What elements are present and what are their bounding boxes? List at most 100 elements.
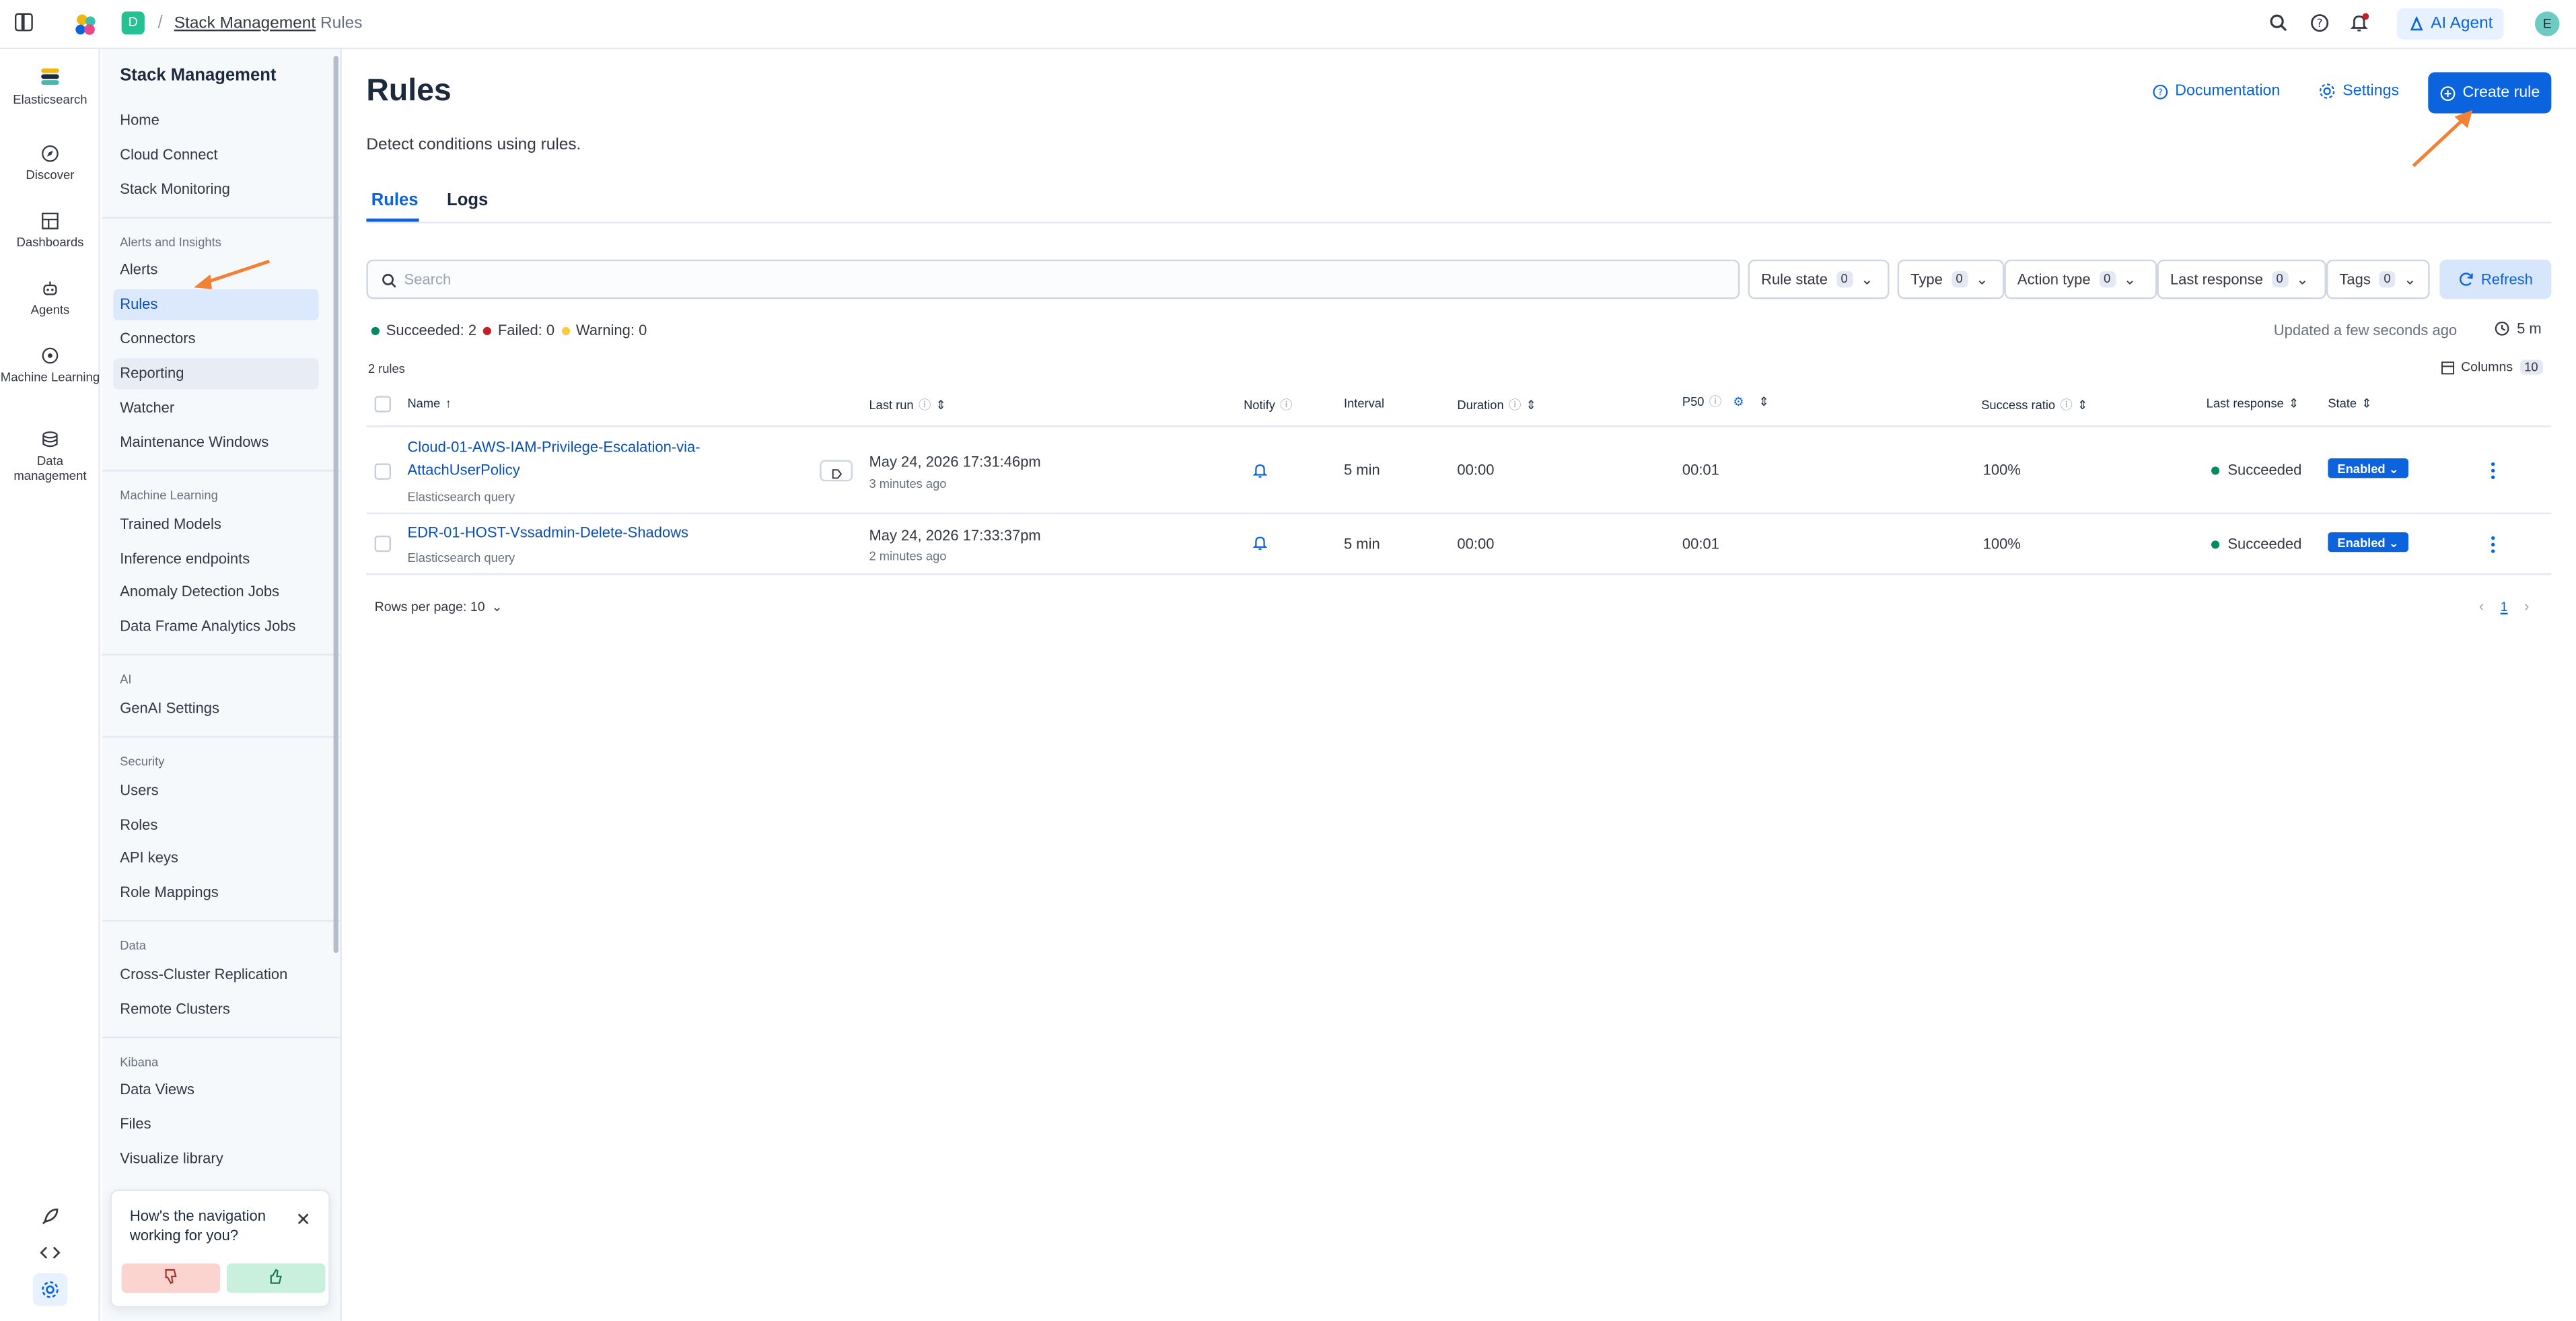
sidebar-item-cross-cluster-replication[interactable]: Cross-Cluster Replication — [120, 966, 287, 982]
column-header-last-response[interactable]: Last response ⇕ — [2207, 396, 2299, 410]
sidebar-item-data-frame-analytics-jobs[interactable]: Data Frame Analytics Jobs — [120, 618, 295, 634]
table-columns-icon — [2441, 361, 2455, 374]
last-response-filter[interactable]: Last response 0 ⌄ — [2157, 259, 2326, 299]
row-checkbox[interactable] — [374, 463, 392, 480]
thumbs-down-button[interactable] — [121, 1263, 221, 1293]
search-icon[interactable] — [2268, 13, 2288, 33]
interval-value: 5 min — [1343, 462, 1380, 478]
code-icon[interactable] — [40, 1242, 61, 1264]
column-header-p50[interactable]: P50 ⓘ ⚙ ⇕ — [1682, 392, 1769, 410]
refresh-button[interactable]: Refresh — [2439, 259, 2552, 299]
column-header-state[interactable]: State ⇕ — [2328, 396, 2371, 410]
more-actions-icon[interactable] — [2491, 462, 2495, 480]
previous-page-icon[interactable]: ‹ — [2479, 598, 2484, 614]
rule-state-filter[interactable]: Rule state 0 ⌄ — [1748, 259, 1890, 299]
sidebar-item-trained-models[interactable]: Trained Models — [120, 516, 221, 532]
rows-per-page-selector[interactable]: Rows per page: 10 ⌄ — [375, 600, 503, 614]
sidebar-item-files[interactable]: Files — [120, 1116, 151, 1132]
sort-up-icon: ↑ — [445, 396, 452, 411]
divider — [102, 217, 341, 219]
more-actions-icon[interactable] — [2491, 536, 2495, 554]
divider — [102, 653, 341, 656]
action-type-filter[interactable]: Action type 0 ⌄ — [2004, 259, 2157, 299]
sidebar-item-alerts[interactable]: Alerts — [120, 261, 157, 277]
column-header-name[interactable]: Name ↑ — [407, 396, 451, 410]
gear-icon[interactable]: ⚙ — [1733, 394, 1744, 409]
sidebar-item-watcher[interactable]: Watcher — [120, 399, 174, 415]
interval-value: 5 m — [2517, 320, 2542, 337]
sidebar-item-inference-endpoints[interactable]: Inference endpoints — [120, 550, 250, 567]
page-number[interactable]: 1 — [2501, 599, 2508, 614]
select-all-checkbox[interactable] — [374, 396, 392, 413]
settings-link[interactable]: Settings — [2318, 82, 2399, 100]
user-avatar[interactable]: E — [2534, 11, 2560, 36]
bell-icon[interactable] — [1252, 462, 1268, 480]
sidebar-item-maintenance-windows[interactable]: Maintenance Windows — [120, 434, 269, 450]
rule-name-link[interactable]: EDR-01-HOST-Vssadmin-Delete-Shadows — [407, 522, 688, 545]
next-page-icon[interactable]: › — [2524, 598, 2529, 614]
sidebar-item-api-keys[interactable]: API keys — [120, 849, 178, 865]
search-placeholder: Search — [404, 271, 452, 288]
thumbs-up-button[interactable] — [226, 1263, 326, 1293]
sidebar-item-anomaly-detection-jobs[interactable]: Anomaly Detection Jobs — [120, 583, 279, 600]
rail-item-machine-learning[interactable]: Machine Learning — [0, 347, 100, 384]
last-run-date: May 24, 2026 17:31:46pm — [869, 453, 1041, 470]
breadcrumb-current: Rules — [320, 14, 363, 33]
search-icon — [382, 273, 396, 288]
sidebar-item-role-mappings[interactable]: Role Mappings — [120, 884, 219, 900]
rail-item-discover[interactable]: Discover — [0, 145, 100, 182]
close-icon[interactable]: ✕ — [295, 1209, 311, 1230]
tag-icon[interactable] — [820, 460, 853, 482]
columns-button[interactable]: Columns 10 — [2441, 359, 2543, 375]
success-dot — [2211, 466, 2220, 474]
annotation-arrow-rules — [194, 259, 271, 289]
filter-label: Tags — [2339, 271, 2371, 288]
row-checkbox[interactable] — [374, 535, 392, 552]
column-header-last-run[interactable]: Last run ⓘ ⇕ — [869, 396, 946, 414]
column-header-duration[interactable]: Duration ⓘ ⇕ — [1457, 396, 1536, 414]
sidebar-item-data-views[interactable]: Data Views — [120, 1081, 194, 1097]
tab-rules[interactable]: Rules — [371, 190, 419, 210]
divider — [102, 736, 341, 738]
sidebar-item-connectors[interactable]: Connectors — [120, 330, 195, 347]
space-avatar[interactable]: D — [121, 11, 145, 35]
sidebar-item-genai-settings[interactable]: GenAI Settings — [120, 700, 219, 716]
elastic-logo-icon[interactable] — [72, 11, 98, 38]
bell-icon[interactable] — [1252, 534, 1268, 552]
search-input[interactable]: Search — [366, 259, 1740, 299]
rail-item-elasticsearch[interactable]: Elasticsearch — [0, 66, 100, 107]
ml-icon — [42, 347, 59, 364]
sidebar-item-visualize-library[interactable]: Visualize library — [120, 1150, 223, 1166]
tags-filter[interactable]: Tags 0 ⌄ — [2326, 259, 2430, 299]
state-toggle-button[interactable]: Enabled ⌄ — [2328, 458, 2408, 478]
management-button[interactable] — [32, 1273, 68, 1306]
gear-icon — [2319, 83, 2335, 99]
rail-item-data-management[interactable]: Data management — [0, 431, 100, 484]
column-header-success-ratio[interactable]: Success ratio ⓘ ⇕ — [1981, 396, 2087, 414]
tab-logs[interactable]: Logs — [447, 190, 488, 210]
sidebar-item-home[interactable]: Home — [120, 112, 159, 128]
sidenav-scrollbar[interactable] — [333, 56, 338, 953]
rocket-icon[interactable] — [40, 1206, 61, 1227]
sidebar-item-users[interactable]: Users — [120, 782, 158, 798]
rail-item-dashboards[interactable]: Dashboards — [0, 212, 100, 250]
help-icon[interactable]: ? — [2310, 13, 2329, 33]
header-label: Duration — [1457, 397, 1504, 413]
documentation-link[interactable]: ? Documentation — [2152, 82, 2280, 100]
sidebar-toggle-icon[interactable] — [14, 13, 33, 32]
rail-item-agents[interactable]: Agents — [0, 279, 100, 317]
state-toggle-button[interactable]: Enabled ⌄ — [2328, 532, 2408, 552]
sidebar-item-rules[interactable]: Rules — [113, 289, 319, 321]
notifications-icon[interactable] — [2349, 13, 2369, 33]
sidebar-item-cloud-connect[interactable]: Cloud Connect — [120, 146, 217, 162]
breadcrumb-stack-management[interactable]: Stack Management — [174, 15, 316, 33]
ai-agent-button[interactable]: AI Agent — [2396, 8, 2504, 40]
primary-nav-rail: Elasticsearch Discover Dashboards Agents… — [0, 49, 100, 1321]
rule-name-link[interactable]: Cloud-01-AWS-IAM-Privilege-Escalation-vi… — [407, 437, 700, 483]
sidebar-item-reporting[interactable]: Reporting — [113, 358, 319, 390]
type-filter[interactable]: Type 0 ⌄ — [1897, 259, 2005, 299]
sidebar-item-stack-monitoring[interactable]: Stack Monitoring — [120, 181, 230, 197]
sidebar-item-roles[interactable]: Roles — [120, 816, 157, 832]
auto-refresh-interval[interactable]: 5 m — [2494, 320, 2542, 336]
sidebar-item-remote-clusters[interactable]: Remote Clusters — [120, 1001, 230, 1017]
